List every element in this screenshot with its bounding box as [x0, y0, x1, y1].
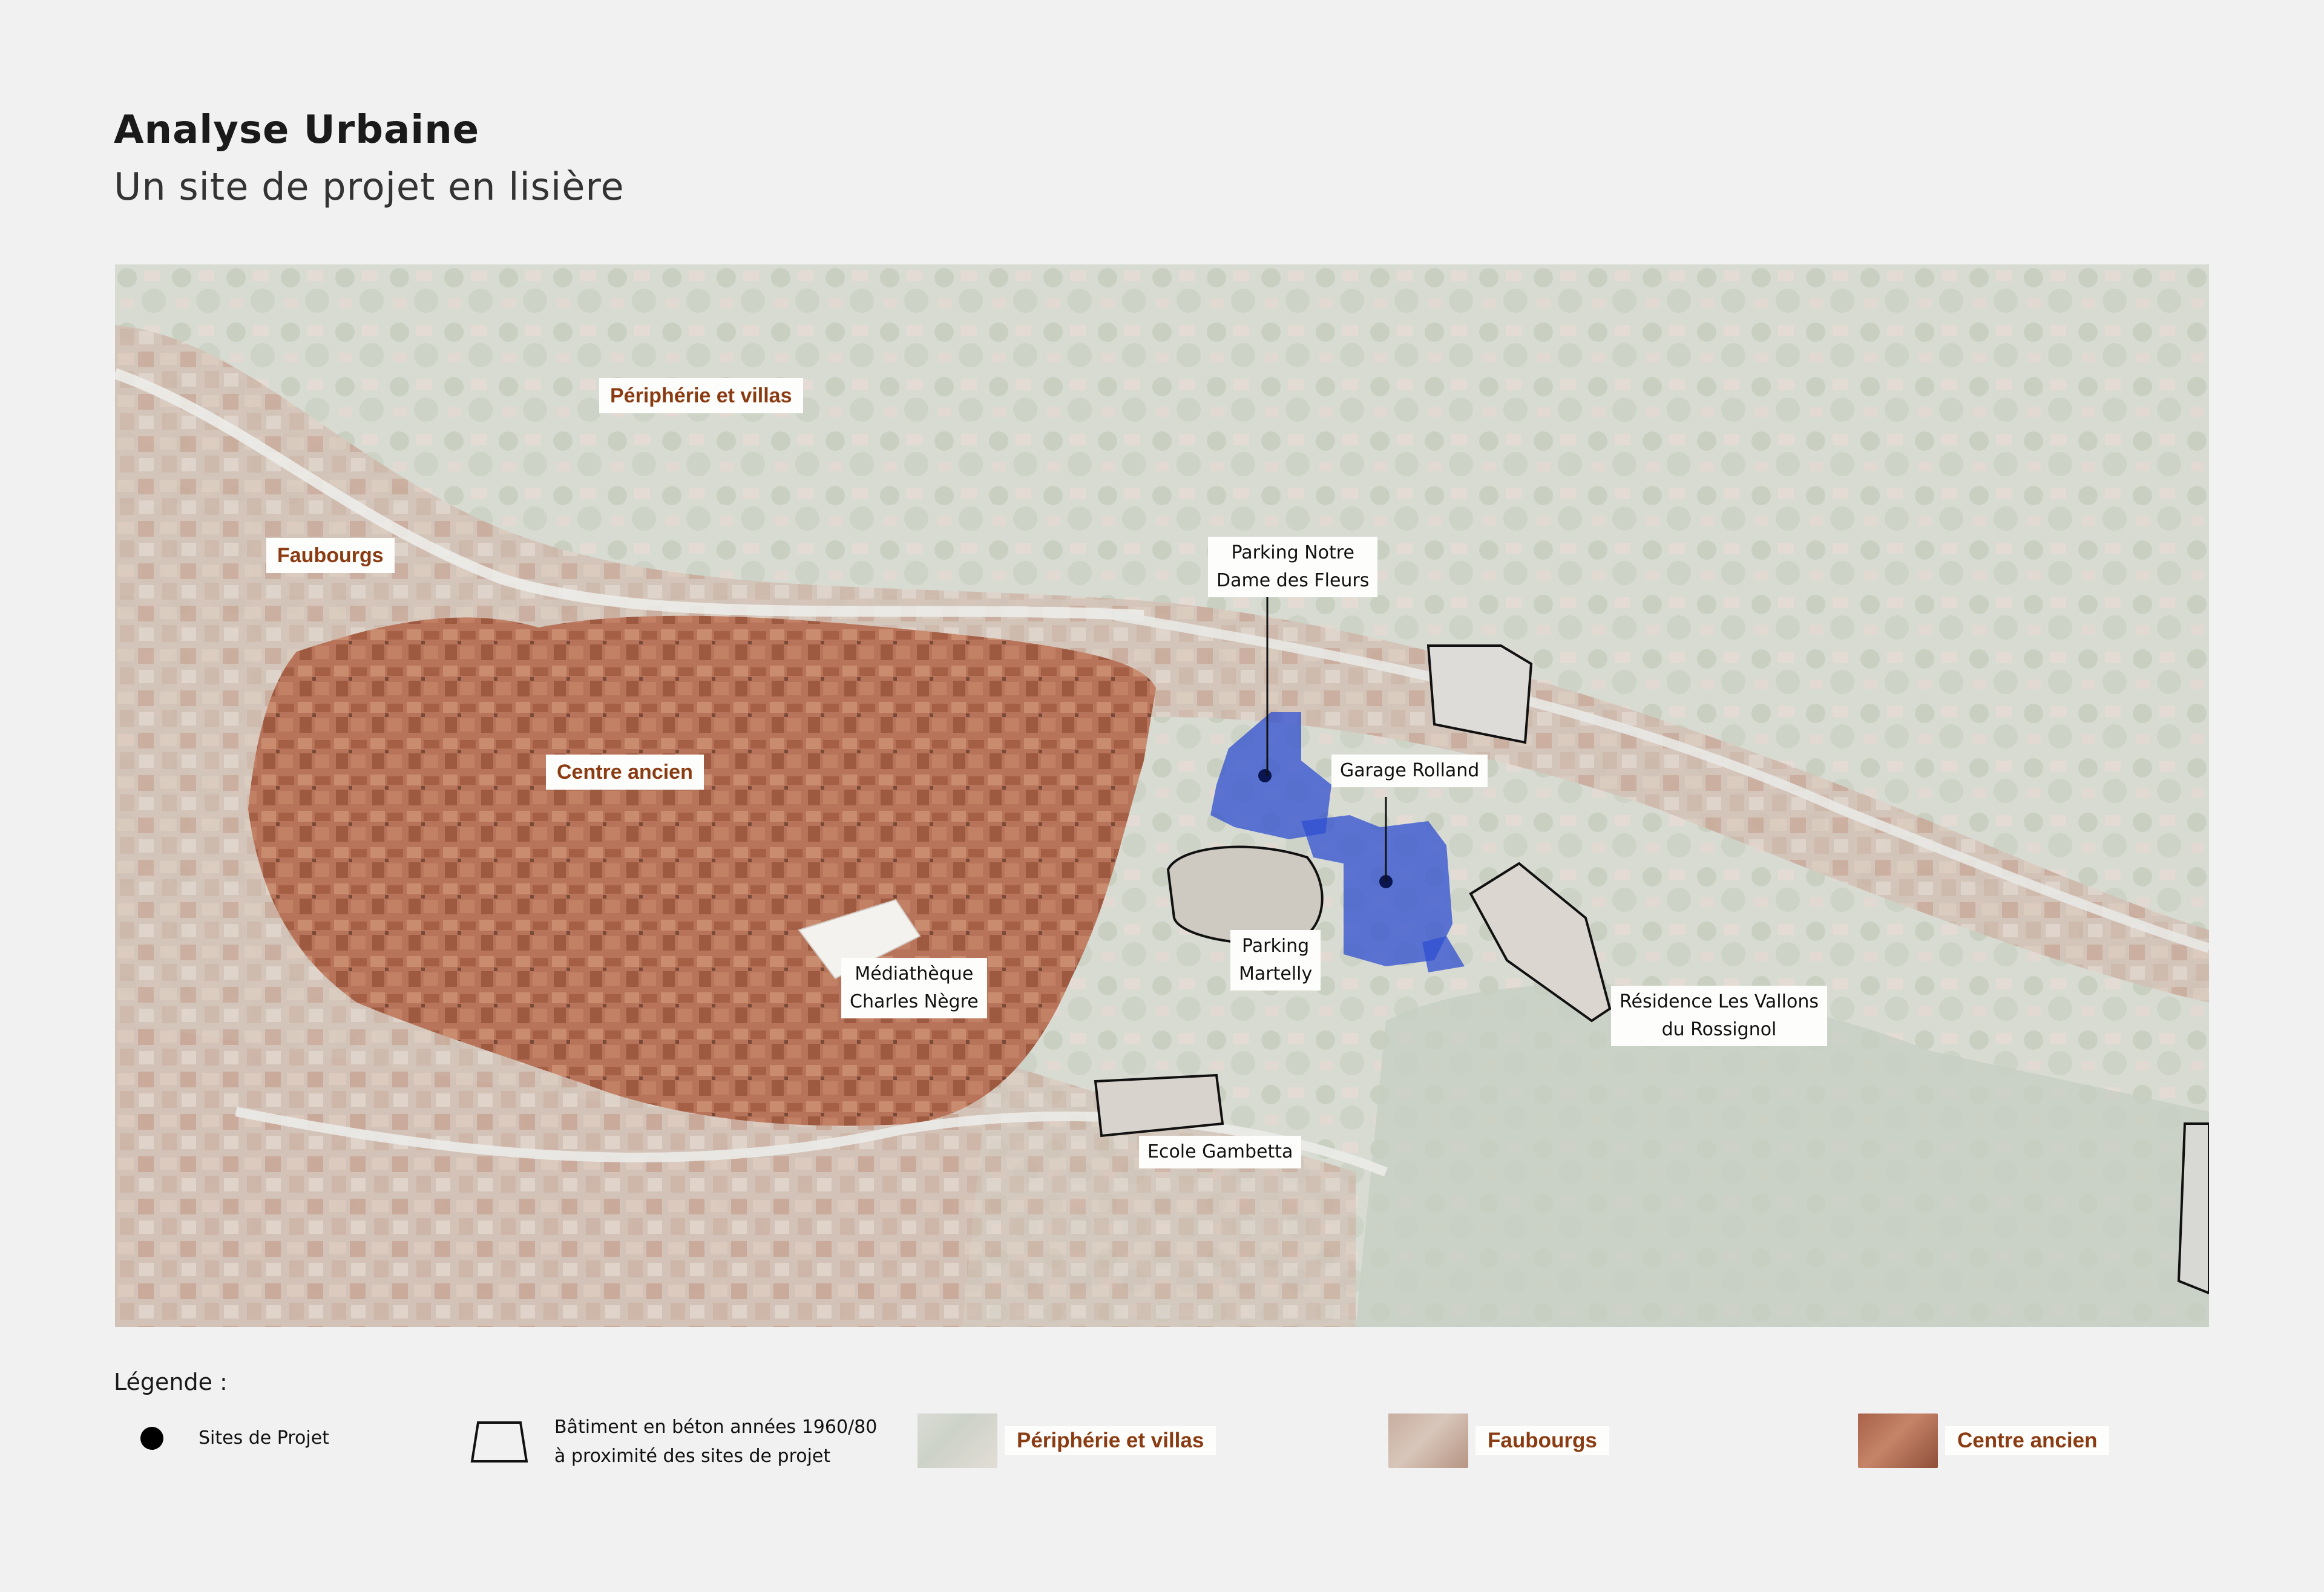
concrete-building-outline-icon [470, 1421, 528, 1463]
site-label-line: Médiathèque [855, 963, 974, 984]
legend-batiment-line: à proximité des sites de projet [554, 1446, 831, 1467]
site-label-line: du Rossignol [1661, 1019, 1777, 1040]
peripherie-swatch [917, 1413, 997, 1468]
site-label-parking-notre-dame: Parking Notre Dame des Fleurs [1208, 537, 1378, 597]
site-dot-icon [140, 1427, 163, 1450]
legend-sites: Sites de Projet [140, 1424, 329, 1453]
site-label-mediatheque: Médiathèque Charles Nègre [841, 958, 987, 1018]
legend-title: Légende : [114, 1369, 228, 1395]
site-label-line: Martelly [1239, 963, 1313, 984]
legend-peripherie: Périphérie et villas [917, 1413, 1216, 1468]
site-label-residence: Résidence Les Vallons du Rossignol [1611, 986, 1827, 1046]
zone-label-faubourgs: Faubourgs [266, 538, 395, 573]
zone-label-centre: Centre ancien [546, 755, 704, 790]
site-label-line: Charles Nègre [850, 991, 979, 1012]
page-subtitle: Un site de projet en lisière [114, 165, 625, 209]
page-title: Analyse Urbaine [114, 108, 480, 152]
legend-batiment-text: Bâtiment en béton années 1960/80 à proxi… [554, 1413, 877, 1471]
site-label-line: Parking [1242, 935, 1310, 957]
legend-centre: Centre ancien [1858, 1413, 2110, 1468]
centre-swatch [1858, 1413, 1938, 1468]
site-label-line: Dame des Fleurs [1216, 570, 1370, 591]
legend-peripherie-label: Périphérie et villas [1005, 1426, 1216, 1455]
site-label-ecole: Ecole Gambetta [1139, 1136, 1302, 1168]
site-label-line: Résidence Les Vallons [1620, 991, 1819, 1012]
legend-batiment: Bâtiment en béton années 1960/80 à proxi… [470, 1413, 877, 1471]
site-label-parking-martelly: Parking Martelly [1230, 930, 1321, 991]
legend-faubourgs: Faubourgs [1388, 1413, 1609, 1468]
legend-centre-label: Centre ancien [1945, 1426, 2110, 1455]
site-label-garage-rolland: Garage Rolland [1331, 755, 1488, 787]
site-label-line: Parking Notre [1231, 542, 1354, 563]
legend-sites-label: Sites de Projet [199, 1427, 329, 1449]
legend-faubourgs-label: Faubourgs [1475, 1426, 1609, 1455]
faubourgs-swatch [1388, 1413, 1468, 1468]
legend-batiment-line: Bâtiment en béton années 1960/80 [554, 1417, 878, 1438]
zone-label-peripherie: Périphérie et villas [599, 378, 803, 413]
aerial-map: Périphérie et villas Faubourgs Centre an… [115, 264, 2209, 1327]
